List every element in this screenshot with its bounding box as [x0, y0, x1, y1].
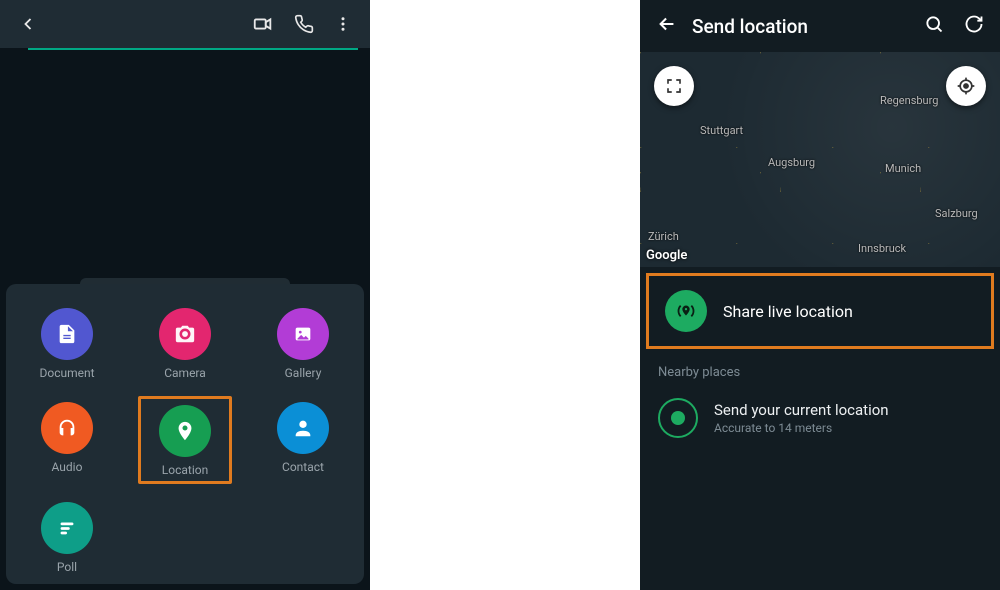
map-city-label: Innsbruck [858, 242, 906, 255]
attach-gallery[interactable]: Gallery [267, 308, 339, 380]
map-city-label: Munich [885, 162, 921, 175]
attach-label: Audio [52, 460, 83, 474]
map-attribution: Google [646, 248, 687, 263]
voice-call-icon[interactable] [284, 4, 324, 44]
person-icon [277, 402, 329, 454]
attach-location[interactable]: Location [149, 405, 221, 477]
back-icon[interactable] [8, 4, 48, 44]
search-icon[interactable] [914, 4, 954, 48]
poll-icon [41, 502, 93, 554]
page-title: Send location [692, 15, 808, 38]
gallery-icon [277, 308, 329, 360]
current-location-title: Send your current location [714, 401, 889, 419]
current-location-icon [658, 398, 698, 438]
attach-poll[interactable]: Poll [31, 502, 103, 574]
attachment-picker-sheet: Document Camera Gallery Audio [6, 284, 364, 584]
attach-label: Camera [164, 366, 206, 380]
fullscreen-icon [665, 77, 683, 95]
refresh-icon[interactable] [954, 4, 994, 48]
target-icon [956, 76, 976, 96]
back-icon[interactable] [646, 3, 688, 49]
attach-document[interactable]: Document [31, 308, 103, 380]
chat-body [0, 50, 370, 284]
attach-contact[interactable]: Contact [267, 402, 339, 480]
map-view[interactable]: Stuttgart Regensburg Augsburg Munich Sal… [640, 52, 1000, 267]
headphones-icon [41, 402, 93, 454]
location-pin-icon [159, 405, 211, 457]
attach-label: Location [162, 463, 208, 477]
location-header: Send location [640, 0, 1000, 52]
attach-label: Gallery [285, 366, 322, 380]
map-city-label: Regensburg [880, 94, 938, 107]
send-current-location-option[interactable]: Send your current location Accurate to 1… [640, 384, 1000, 452]
gap [370, 0, 640, 590]
nearby-places-label: Nearby places [640, 355, 1000, 384]
chat-screen: Document Camera Gallery Audio [0, 0, 370, 590]
current-location-accuracy: Accurate to 14 meters [714, 421, 889, 435]
camera-icon [159, 308, 211, 360]
attach-audio[interactable]: Audio [31, 402, 103, 480]
map-city-label: Augsburg [768, 156, 815, 169]
map-city-label: Zürich [648, 230, 679, 243]
map-city-label: Stuttgart [700, 124, 743, 137]
location-highlight: Location [138, 396, 232, 484]
attach-label: Poll [57, 560, 77, 574]
video-call-icon[interactable] [242, 3, 284, 45]
attach-camera[interactable]: Camera [149, 308, 221, 380]
live-location-icon [665, 290, 707, 332]
map-city-label: Salzburg [935, 207, 978, 220]
fullscreen-button[interactable] [654, 66, 694, 106]
attach-label: Contact [282, 460, 324, 474]
overflow-menu-icon[interactable] [324, 5, 362, 43]
message-input-bar[interactable] [80, 278, 290, 284]
attach-label: Document [39, 366, 94, 380]
share-live-location-label: Share live location [723, 302, 853, 321]
share-live-location-option[interactable]: Share live location [646, 273, 994, 349]
my-location-button[interactable] [946, 66, 986, 106]
document-icon [41, 308, 93, 360]
send-location-screen: Send location Stuttgart Regensburg Augsb… [640, 0, 1000, 590]
chat-header [0, 0, 370, 48]
